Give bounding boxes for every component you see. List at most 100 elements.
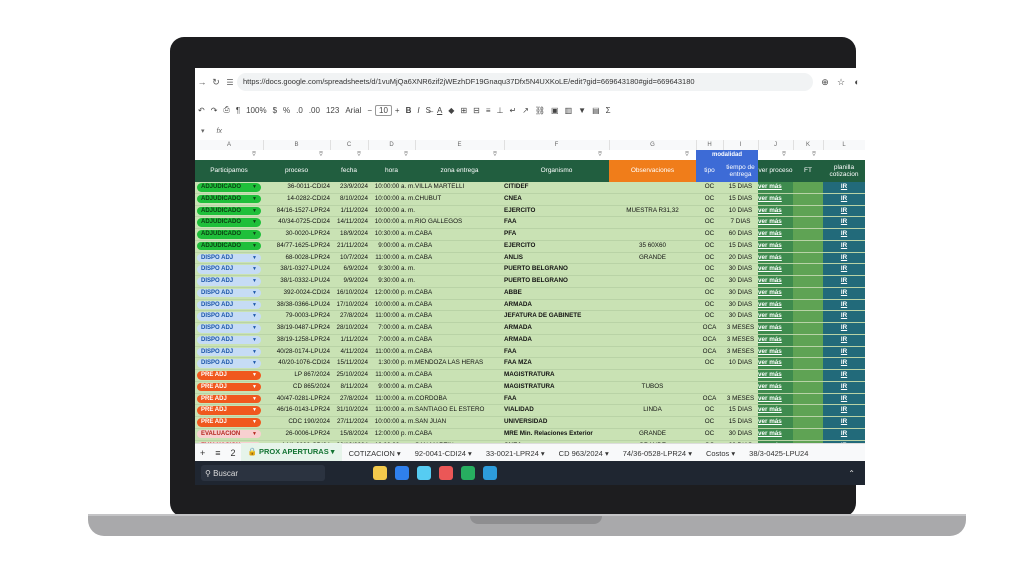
cell-org[interactable]: EJERCITO [504, 240, 610, 252]
cell-proceso[interactable]: LP 867/2024 [263, 370, 333, 381]
cell-zona[interactable]: CABA [415, 311, 505, 322]
filter-icon-b[interactable]: ⩢ [312, 150, 330, 160]
sheet-tab[interactable]: 33-0021-LPR24 ▾ [479, 449, 552, 458]
ver-mas-link[interactable]: ver más [758, 264, 794, 275]
redo-icon[interactable]: ↷ [208, 106, 221, 115]
cell-tipo[interactable]: OCA [696, 334, 724, 346]
cell-hora[interactable]: 12:00:00 p. m. [368, 287, 418, 299]
cell-fecha[interactable]: 8/10/2024 [330, 193, 371, 205]
chevron-down-icon[interactable]: ▼ [252, 312, 257, 321]
cell-tipo[interactable]: OCA [696, 346, 724, 358]
cell-zona[interactable]: CABA [415, 370, 505, 381]
comment-icon[interactable]: ▣ [548, 106, 562, 115]
cell-tiempo[interactable]: 60 DIAS [723, 229, 759, 240]
sheet-tab[interactable]: 74/36-0528-LPR24 ▾ [616, 449, 699, 458]
header-organismo[interactable]: Organismo [504, 160, 610, 182]
cell-obs[interactable] [609, 276, 697, 287]
status-badge[interactable]: DISPO ADJ ▼ [197, 335, 261, 345]
paint-format-icon[interactable]: ¶ [233, 106, 243, 115]
cell-hora[interactable]: 9:30:00 a. m. [368, 264, 418, 275]
cell-tipo[interactable]: OCA [696, 323, 724, 334]
ir-link[interactable]: IR [823, 311, 865, 322]
ver-mas-link[interactable]: ver más [758, 393, 794, 405]
status-cell[interactable]: ADJUDICADO ▼ [195, 229, 264, 240]
print-icon[interactable]: ⎙ [220, 105, 232, 115]
font-size-input[interactable]: 10 [375, 104, 392, 116]
ir-link[interactable]: IR [823, 217, 865, 228]
chevron-down-icon[interactable]: ▼ [252, 242, 257, 251]
cell-zona[interactable]: CHUBUT [415, 193, 505, 205]
cell-ft[interactable] [793, 417, 824, 428]
functions-icon[interactable]: Σ [603, 106, 614, 115]
strikethrough-icon[interactable]: S̶ [423, 106, 434, 115]
cell-fecha[interactable]: 25/10/2024 [330, 370, 371, 381]
valign-icon[interactable]: ⊥ [494, 106, 507, 115]
cell-hora[interactable]: 9:00:00 a. m. [368, 381, 418, 393]
cell-org[interactable]: ABBE [504, 287, 610, 299]
status-badge[interactable]: DISPO ADJ ▼ [197, 359, 261, 368]
cell-org[interactable]: VIALIDAD [504, 405, 610, 416]
cell-zona[interactable]: CABA [415, 428, 505, 440]
cell-org[interactable]: PUERTO BELGRANO [504, 276, 610, 287]
cell-tiempo[interactable]: 7 DIAS [723, 217, 759, 228]
cell-obs[interactable] [609, 334, 697, 346]
cell-hora[interactable]: 11:00:00 a. m. [368, 370, 418, 381]
cell-obs[interactable] [609, 323, 697, 334]
cell-proceso[interactable]: 68-0028-LPR24 [263, 252, 333, 264]
cell-zona[interactable]: CABA [415, 299, 505, 311]
chevron-down-icon[interactable]: ▼ [252, 430, 257, 439]
cell-org[interactable]: EJERCITO [504, 205, 610, 217]
cell-ft[interactable] [793, 205, 824, 217]
cell-obs[interactable] [609, 417, 697, 428]
site-info-icon[interactable]: ☰ [223, 78, 237, 87]
ir-link[interactable]: IR [823, 182, 865, 193]
header-proceso[interactable]: proceso [263, 160, 331, 182]
ir-link[interactable]: IR [823, 358, 865, 369]
cell-tiempo[interactable]: 30 DIAS [723, 264, 759, 275]
cell-fecha[interactable]: 6/9/2024 [330, 264, 371, 275]
cell-tipo[interactable]: OC [696, 229, 724, 240]
cell-hora[interactable]: 7:00:00 a. m. [368, 334, 418, 346]
status-cell[interactable]: EVALUACION ▼ [195, 428, 264, 440]
chevron-down-icon[interactable]: ▼ [252, 348, 257, 357]
align-icon[interactable]: ≡ [483, 106, 494, 115]
cell-tipo[interactable]: OC [696, 405, 724, 416]
cell-ft[interactable] [793, 182, 824, 193]
reload-icon[interactable]: ↻ [209, 77, 223, 88]
cell-zona[interactable]: SAN JUAN [415, 417, 505, 428]
ir-link[interactable]: IR [823, 229, 865, 240]
ir-link[interactable]: IR [823, 264, 865, 275]
store-icon[interactable] [461, 466, 475, 480]
cell-hora[interactable]: 11:00:00 a. m. [368, 393, 418, 405]
cell-tipo[interactable]: OCA [696, 393, 724, 405]
ver-mas-link[interactable]: ver más [758, 240, 794, 252]
col-letter-i[interactable]: I [723, 140, 759, 150]
cell-zona[interactable] [415, 276, 505, 287]
cell-tipo[interactable]: OC [696, 358, 724, 369]
header-zona[interactable]: zona entrega [415, 160, 505, 182]
col-letter-h[interactable]: H [696, 140, 724, 150]
cell-proceso[interactable]: CDC 190/2024 [263, 417, 333, 428]
cell-org[interactable]: PUERTO BELGRANO [504, 264, 610, 275]
col-letter-f[interactable]: F [504, 140, 610, 150]
status-badge[interactable]: DISPO ADJ ▼ [197, 265, 261, 274]
cell-tipo[interactable] [696, 381, 724, 393]
cell-org[interactable]: MRE Min. Relaciones Exterior [504, 428, 610, 440]
chevron-down-icon[interactable]: ▼ [252, 324, 257, 333]
cell-fecha[interactable]: 16/10/2024 [330, 287, 371, 299]
status-cell[interactable]: PRE ADJ ▼ [195, 381, 264, 393]
ver-mas-link[interactable]: ver más [758, 323, 794, 334]
cell-ft[interactable] [793, 358, 824, 369]
header-participamos[interactable]: Participamos [195, 160, 264, 182]
cell-obs[interactable] [609, 299, 697, 311]
cell-tiempo[interactable]: 10 DIAS [723, 205, 759, 217]
header-tiempo[interactable]: tiempo de entrega [723, 160, 759, 182]
cell-zona[interactable]: CABA [415, 381, 505, 393]
ir-link[interactable]: IR [823, 287, 865, 299]
percent-button[interactable]: % [280, 106, 293, 115]
cell-proceso[interactable]: 38/19-0487-LPR24 [263, 323, 333, 334]
ver-mas-link[interactable]: ver más [758, 334, 794, 346]
cell-obs[interactable] [609, 229, 697, 240]
sheet-tab[interactable]: 38/3-0425-LPU24 [742, 449, 815, 458]
cell-hora[interactable]: 12:00:00 p. m. [368, 428, 418, 440]
